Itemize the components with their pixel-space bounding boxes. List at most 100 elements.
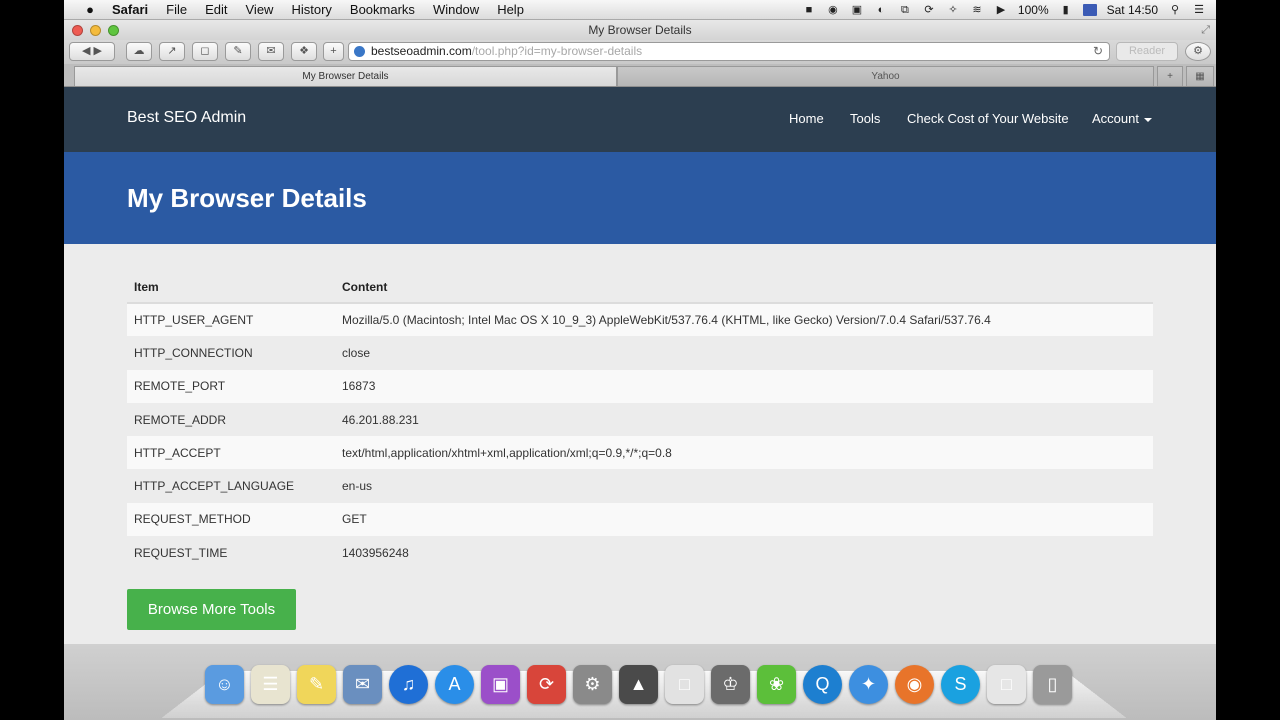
time-machine-icon[interactable]: ⟳ (922, 4, 936, 16)
system-preferences-icon[interactable]: ⚙ (573, 665, 612, 704)
display-icon[interactable]: ▣ (481, 665, 520, 704)
automator-icon[interactable]: ♔ (711, 665, 750, 704)
finder-icon[interactable]: ☺ (205, 665, 244, 704)
share-icon[interactable]: ↗ (159, 42, 185, 61)
notes-icon[interactable]: ✎ (297, 665, 336, 704)
tab-my-browser-details[interactable]: My Browser Details (74, 66, 617, 86)
safari-icon[interactable]: ✦ (849, 665, 888, 704)
menu-bookmarks[interactable]: Bookmarks (350, 2, 415, 17)
tab-yahoo[interactable]: Yahoo (617, 66, 1154, 86)
window-title: My Browser Details (588, 23, 692, 37)
menu-view[interactable]: View (246, 2, 274, 17)
zoom-window-button[interactable] (108, 25, 119, 36)
wifi-icon[interactable]: ≋ (970, 4, 984, 16)
row-content: Mozilla/5.0 (Macintosh; Intel Mac OS X 1… (335, 303, 1153, 337)
notification-center-icon[interactable]: ☰ (1192, 4, 1206, 16)
nav-account[interactable]: Account (1092, 111, 1152, 126)
row-item: HTTP_CONNECTION (134, 345, 253, 360)
row-content: 16873 (335, 369, 1153, 403)
table-row: REMOTE_PORT 16873 (127, 369, 1153, 403)
tab-overview-icon[interactable]: ▦ (1186, 66, 1214, 86)
bluetooth-icon[interactable]: ✧ (946, 4, 960, 16)
table-header-row: Item Content (127, 271, 1153, 304)
row-content: close (342, 345, 371, 360)
row-item: REMOTE_ADDR (134, 412, 227, 427)
url-host: bestseoadmin.com (371, 44, 472, 58)
toggle-icon[interactable]: ◐ (874, 4, 888, 16)
document-icon[interactable]: □ (987, 665, 1026, 704)
page-title: My Browser Details (127, 183, 367, 213)
battery-icon: ▮ (1062, 4, 1069, 16)
leaf-icon[interactable]: ❀ (757, 665, 796, 704)
bookmarks-icon[interactable]: ◻ (192, 42, 218, 61)
settings-gear-icon[interactable]: ⚙ (1185, 42, 1211, 61)
edit-icon[interactable]: ✎ (225, 42, 251, 61)
lock-icon[interactable]: ▲ (619, 665, 658, 704)
page-header: My Browser Details (64, 152, 1216, 244)
tab-bar: My Browser Details Yahoo + ▦ (64, 64, 1216, 87)
menu-edit[interactable]: Edit (205, 2, 227, 17)
details-table: Item Content HTTP_USER_AGENT Mozilla/5.0… (127, 271, 1153, 569)
clock[interactable]: Sat 14:50 (1107, 3, 1158, 17)
extension-icon[interactable]: ❖ (291, 42, 317, 61)
status-app-icon[interactable]: ■ (802, 4, 816, 16)
new-tab-plus-icon[interactable]: + (1157, 66, 1183, 86)
row-content: en-us (342, 479, 373, 494)
quicktime-icon[interactable]: Q (803, 665, 842, 704)
row-item: HTTP_ACCEPT_LANGUAGE (134, 479, 295, 494)
tab-label: My Browser Details (302, 71, 389, 82)
nav-account-label: Account (1092, 111, 1139, 126)
reload-icon[interactable]: ↻ (1093, 43, 1103, 60)
menu-help[interactable]: Help (497, 2, 524, 17)
skype-icon[interactable]: S (941, 665, 980, 704)
site-navbar: Best SEO Admin Home Tools Check Cost of … (64, 87, 1216, 152)
web-page: Best SEO Admin Home Tools Check Cost of … (64, 87, 1216, 644)
menu-app-safari[interactable]: Safari (112, 2, 148, 17)
caret-down-icon (1143, 117, 1152, 122)
nav-check-cost[interactable]: Check Cost of Your Website (907, 111, 1069, 126)
menu-history[interactable]: History (291, 2, 331, 17)
row-content: GET (335, 502, 1153, 537)
address-bar[interactable]: bestseoadmin.com/tool.php?id=my-browser-… (348, 42, 1110, 61)
text-edit-icon[interactable]: ☰ (251, 665, 290, 704)
firefox-icon[interactable]: ◉ (895, 665, 934, 704)
site-brand[interactable]: Best SEO Admin (127, 109, 246, 127)
table-row: HTTP_ACCEPT text/html,application/xhtml+… (127, 436, 1153, 470)
browser-toolbar: ◀ ▶ ☁ ↗ ◻ ✎ ✉ ❖ + bestseoadmin.com/tool.… (64, 40, 1216, 64)
mail-icon[interactable]: ✉ (343, 665, 382, 704)
row-item: REQUEST_METHOD (127, 502, 335, 537)
close-window-button[interactable] (72, 25, 83, 36)
table-row: REQUEST_TIME 1403956248 (127, 536, 1153, 569)
menu-file[interactable]: File (166, 2, 187, 17)
minimize-window-button[interactable] (90, 25, 101, 36)
display-status-icon[interactable]: ▣ (850, 4, 864, 16)
app-store-icon[interactable]: A (435, 665, 474, 704)
icloud-tabs-icon[interactable]: ☁ (126, 42, 152, 61)
apple-icon[interactable]: ● (82, 2, 98, 17)
spotlight-search-icon[interactable]: ⚲ (1168, 4, 1182, 16)
copy-icon[interactable]: ⧉ (898, 4, 912, 16)
table-row: HTTP_ACCEPT_LANGUAGE en-us (127, 469, 1153, 502)
record-icon[interactable]: ◉ (826, 4, 840, 16)
flag-icon[interactable] (1082, 4, 1097, 16)
row-item: REQUEST_TIME (134, 545, 228, 560)
table-row: REMOTE_ADDR 46.201.88.231 (127, 403, 1153, 436)
trash-icon[interactable]: ▯ (1033, 665, 1072, 704)
preview-icon[interactable]: □ (665, 665, 704, 704)
nav-home[interactable]: Home (789, 111, 824, 126)
add-tab-icon[interactable]: + (323, 42, 344, 61)
mail-page-icon[interactable]: ✉ (258, 42, 284, 61)
back-forward-buttons[interactable]: ◀ ▶ (69, 42, 115, 61)
dock: ☺ ☰ ✎ ✉ ♫ A ▣ ⟳ ⚙ ▲ □ ♔ ❀ Q ✦ ◉ S □ ▯ (205, 665, 1072, 711)
battery-percent[interactable]: 100% (1018, 3, 1049, 17)
reader-button[interactable]: Reader (1116, 42, 1178, 61)
fullscreen-icon[interactable]: ⤢ (1201, 20, 1210, 40)
itunes-icon[interactable]: ♫ (389, 665, 428, 704)
nav-tools[interactable]: Tools (850, 111, 880, 126)
cleanmymac-icon[interactable]: ⟳ (527, 665, 566, 704)
globe-icon (354, 46, 365, 57)
menu-window[interactable]: Window (433, 2, 479, 17)
browse-more-tools-button[interactable]: Browse More Tools (127, 589, 296, 630)
volume-icon[interactable]: ▶ (994, 4, 1008, 16)
row-item: REMOTE_PORT (127, 369, 335, 403)
